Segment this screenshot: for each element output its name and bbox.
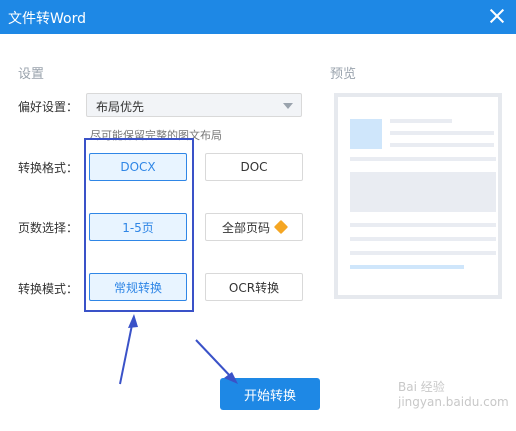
annotation-arrowhead-right — [224, 372, 238, 384]
annotation-arrowhead-up — [128, 314, 138, 328]
annotation-arrow-up — [119, 319, 134, 385]
annotation-arrows — [119, 314, 238, 385]
annotation-arrow-right — [195, 339, 233, 379]
watermark: Bai 经验 jingyan.baidu.com — [398, 380, 509, 409]
